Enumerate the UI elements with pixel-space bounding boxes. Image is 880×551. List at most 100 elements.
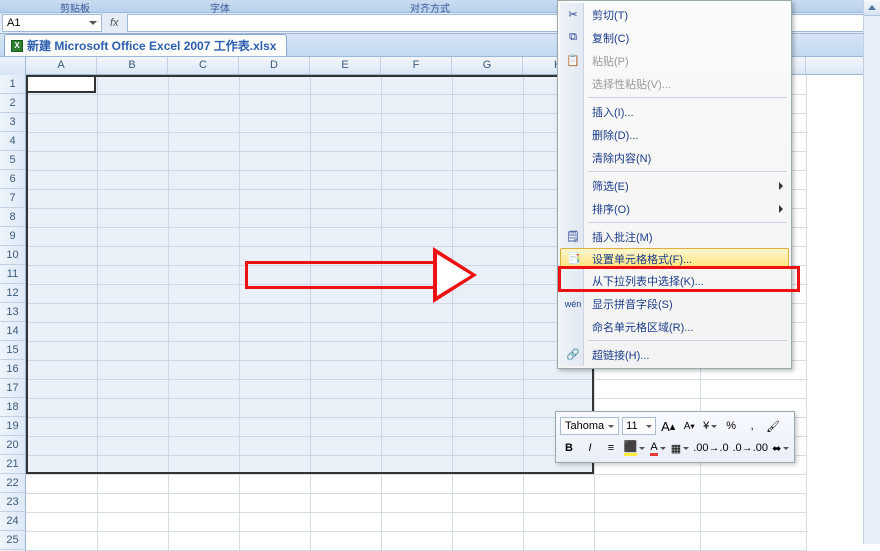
row-header[interactable]: 17	[0, 379, 25, 398]
menu-phonetic[interactable]: wén显示拼音字段(S)	[560, 292, 789, 315]
menu-filter[interactable]: 筛选(E)	[560, 174, 789, 197]
shrink-font-button[interactable]: A▾	[680, 417, 698, 435]
name-box[interactable]: A1	[2, 14, 102, 32]
ribbon-label-align: 对齐方式	[290, 0, 570, 12]
italic-button[interactable]: I	[581, 439, 599, 457]
select-all-corner[interactable]	[0, 57, 26, 75]
mini-toolbar: Tahoma 11 A▴ A▾ ¥ % , 🖌 B I ≡ ⬛ A ▦ .00→…	[555, 411, 795, 463]
fx-icon[interactable]: fx	[110, 17, 119, 29]
menu-label: 插入(I)...	[592, 104, 634, 120]
comma-style-button[interactable]: ,	[743, 417, 761, 435]
row-header[interactable]: 21	[0, 455, 25, 474]
column-header[interactable]: A	[26, 57, 97, 74]
borders-button[interactable]: ▦	[670, 439, 690, 457]
ribbon-label-clipboard: 剪贴板	[0, 0, 150, 12]
row-header[interactable]: 2	[0, 94, 25, 113]
excel-file-icon: X	[11, 40, 23, 52]
grow-font-button[interactable]: A▴	[659, 417, 677, 435]
accounting-format-button[interactable]: ¥	[701, 417, 719, 435]
menu-label: 超链接(H)...	[592, 347, 649, 363]
menu-label: 选择性粘贴(V)...	[592, 76, 671, 92]
chevron-right-icon	[779, 182, 783, 190]
row-header[interactable]: 23	[0, 493, 25, 512]
active-cell	[26, 75, 96, 93]
row-header[interactable]: 18	[0, 398, 25, 417]
row-header[interactable]: 16	[0, 360, 25, 379]
vertical-scrollbar[interactable]	[863, 0, 880, 544]
row-header[interactable]: 9	[0, 227, 25, 246]
row-header[interactable]: 1	[0, 75, 25, 94]
menu-label: 删除(D)...	[592, 127, 638, 143]
row-header[interactable]: 11	[0, 265, 25, 284]
font-family-select[interactable]: Tahoma	[560, 417, 619, 435]
menu-name-range[interactable]: 命名单元格区域(R)...	[560, 315, 789, 338]
scroll-up-button[interactable]	[864, 0, 880, 16]
column-header[interactable]: C	[168, 57, 239, 74]
menu-format-cells[interactable]: 📑 设置单元格格式(F)...	[560, 248, 789, 269]
menu-separator	[588, 171, 787, 172]
row-header[interactable]: 14	[0, 322, 25, 341]
row-headers: 1 2 3 4 5 6 7 8 9 10 11 12 13 14 15 16 1…	[0, 75, 26, 551]
menu-insert[interactable]: 插入(I)...	[560, 100, 789, 123]
row-header[interactable]: 19	[0, 417, 25, 436]
menu-label: 排序(O)	[592, 201, 630, 217]
center-align-button[interactable]: ≡	[602, 439, 620, 457]
menu-label: 剪切(T)	[592, 7, 628, 23]
column-header[interactable]: F	[381, 57, 452, 74]
format-icon: 📑	[566, 251, 582, 267]
menu-hyperlink[interactable]: 🔗 超链接(H)...	[560, 343, 789, 366]
menu-label: 粘贴(P)	[592, 53, 629, 69]
merge-button[interactable]: ⬌	[771, 439, 790, 457]
ribbon-label-font: 字体	[150, 0, 290, 12]
menu-sort[interactable]: 排序(O)	[560, 197, 789, 220]
menu-copy[interactable]: ⧉复制(C)	[560, 26, 789, 49]
row-header[interactable]: 13	[0, 303, 25, 322]
menu-paste-special: 选择性粘贴(V)...	[560, 72, 789, 95]
bold-button[interactable]: B	[560, 439, 578, 457]
menu-label: 复制(C)	[592, 30, 629, 46]
row-header[interactable]: 3	[0, 113, 25, 132]
row-header[interactable]: 8	[0, 208, 25, 227]
chevron-right-icon	[779, 205, 783, 213]
scissors-icon: ✂	[565, 7, 581, 23]
column-header[interactable]: G	[452, 57, 523, 74]
column-header[interactable]: B	[97, 57, 168, 74]
font-size-select[interactable]: 11	[622, 417, 656, 435]
row-header[interactable]: 4	[0, 132, 25, 151]
menu-delete[interactable]: 删除(D)...	[560, 123, 789, 146]
phonetic-icon: wén	[565, 296, 581, 312]
menu-label: 命名单元格区域(R)...	[592, 319, 693, 335]
menu-insert-comment[interactable]: 🗒插入批注(M)	[560, 225, 789, 248]
menu-separator	[588, 222, 787, 223]
row-header[interactable]: 22	[0, 474, 25, 493]
fill-color-button[interactable]: ⬛	[623, 439, 646, 457]
row-header[interactable]: 25	[0, 531, 25, 550]
menu-label: 设置单元格格式(F)...	[592, 251, 692, 267]
row-header[interactable]: 12	[0, 284, 25, 303]
menu-clear[interactable]: 清除内容(N)	[560, 146, 789, 169]
chevron-down-icon	[89, 21, 97, 25]
row-header[interactable]: 5	[0, 151, 25, 170]
menu-cut[interactable]: ✂ 剪切(T)	[560, 3, 789, 26]
row-header[interactable]: 20	[0, 436, 25, 455]
menu-label: 清除内容(N)	[592, 150, 651, 166]
font-name: Tahoma	[565, 420, 604, 432]
row-header[interactable]: 6	[0, 170, 25, 189]
hyperlink-icon: 🔗	[565, 347, 581, 363]
format-painter-button[interactable]: 🖌	[764, 417, 782, 435]
column-header[interactable]: E	[310, 57, 381, 74]
font-color-button[interactable]: A	[649, 439, 667, 457]
row-header[interactable]: 7	[0, 189, 25, 208]
decrease-decimal-button[interactable]: .0→.00	[732, 439, 768, 457]
workbook-filename: 新建 Microsoft Office Excel 2007 工作表.xlsx	[27, 37, 276, 54]
increase-decimal-button[interactable]: .00→.0	[693, 439, 729, 457]
paste-icon: 📋	[565, 53, 581, 69]
percent-button[interactable]: %	[722, 417, 740, 435]
workbook-tab-active[interactable]: X 新建 Microsoft Office Excel 2007 工作表.xls…	[4, 34, 287, 56]
menu-dropdown-pick[interactable]: 从下拉列表中选择(K)...	[560, 269, 789, 292]
row-header[interactable]: 15	[0, 341, 25, 360]
menu-label: 插入批注(M)	[592, 229, 653, 245]
row-header[interactable]: 10	[0, 246, 25, 265]
row-header[interactable]: 24	[0, 512, 25, 531]
column-header[interactable]: D	[239, 57, 310, 74]
